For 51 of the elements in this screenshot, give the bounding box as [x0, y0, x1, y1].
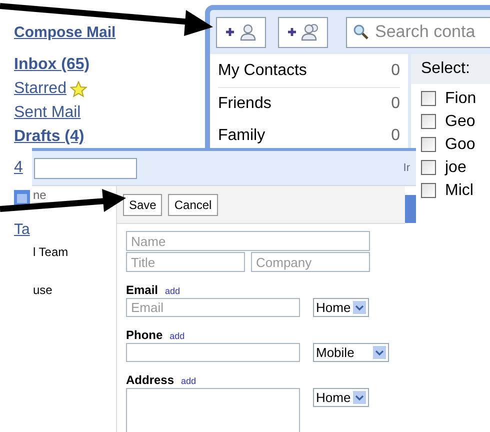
add-link[interactable]: add [165, 285, 180, 298]
scrollbar-thumb[interactable] [405, 195, 416, 223]
name-field[interactable]: Name [126, 231, 370, 251]
header-text: Ir [403, 160, 410, 176]
type-select[interactable]: Mobile [313, 343, 389, 362]
plus-person-icon [224, 23, 258, 41]
save-button[interactable]: Save [123, 194, 162, 216]
folder-link[interactable]: Starred [14, 77, 66, 101]
select-label: Select: [421, 59, 470, 79]
type-select[interactable]: Home [313, 298, 369, 317]
title-field[interactable]: Title [126, 252, 245, 272]
plus-people-icon [286, 23, 320, 41]
cancel-button[interactable]: Cancel [168, 194, 218, 216]
type-select[interactable]: Home [313, 388, 369, 407]
folder-link[interactable]: Inbox (65) [14, 53, 90, 77]
search-field[interactable]: Search conta [346, 16, 490, 48]
contact-checkbox[interactable] [421, 160, 436, 175]
contact-checkbox[interactable] [421, 137, 436, 152]
add-contact-button[interactable] [216, 16, 266, 48]
section-label: Email [126, 282, 158, 299]
search-icon [353, 24, 369, 40]
contact-name[interactable]: Fion [445, 86, 476, 110]
company-field[interactable]: Company [251, 252, 370, 272]
contact-name[interactable]: Goo [445, 132, 476, 156]
text-field[interactable] [126, 343, 300, 362]
contact-name[interactable]: Micl [445, 178, 474, 202]
folder-link[interactable]: Sent Mail [14, 101, 81, 125]
list-text: l Team [32, 244, 70, 261]
add-link[interactable]: add [181, 375, 196, 388]
add-group-button[interactable] [278, 16, 328, 48]
star-icon [70, 80, 88, 98]
folder-link[interactable]: Ta [14, 218, 30, 241]
dropdown-icon [353, 301, 366, 314]
contact-name[interactable]: joe [445, 156, 466, 180]
section-label: Phone [126, 327, 163, 344]
contact-name[interactable]: Geo [445, 110, 476, 134]
folder-link[interactable]: Drafts (4) [14, 125, 84, 149]
dropdown-icon [353, 391, 366, 404]
contact-checkbox[interactable] [421, 183, 436, 198]
folder-link[interactable]: 4 [14, 156, 23, 180]
contact-checkbox[interactable] [421, 91, 436, 106]
compose-link[interactable]: Compose Mail [14, 22, 200, 44]
text-field[interactable] [34, 158, 137, 178]
add-link[interactable]: add [170, 330, 185, 344]
text-field[interactable]: Email [126, 298, 300, 317]
section-label: Address [126, 372, 174, 389]
dropdown-icon [373, 346, 386, 359]
group-row[interactable]: Friends 0 [218, 88, 400, 120]
group-row[interactable]: Family 0 [218, 120, 400, 146]
list-text: use [32, 282, 54, 299]
contact-checkbox[interactable] [421, 114, 436, 129]
